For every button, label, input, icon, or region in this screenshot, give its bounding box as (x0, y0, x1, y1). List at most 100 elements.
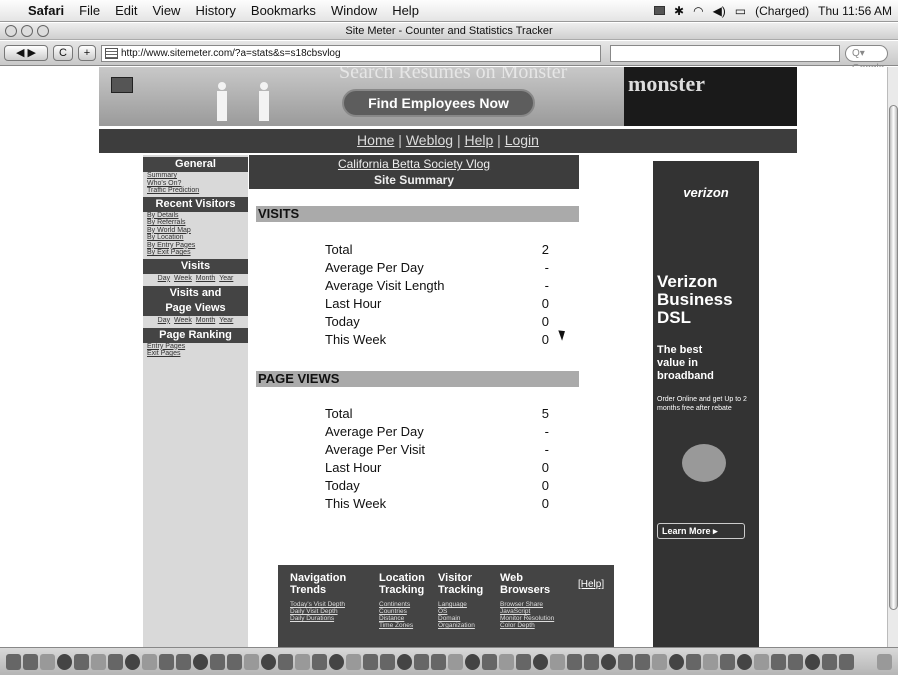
dock-app-icon[interactable] (329, 653, 344, 670)
dock-app-icon[interactable] (686, 653, 701, 670)
nav-login-link[interactable]: Login (505, 132, 539, 148)
sidebar-link-by-details[interactable]: By Details (143, 212, 248, 220)
dock-app-icon[interactable] (788, 653, 803, 670)
menu-bookmarks[interactable]: Bookmarks (251, 3, 316, 18)
dock-app-icon[interactable] (210, 653, 225, 670)
menu-app[interactable]: Safari (28, 3, 64, 18)
sidebar-link-whos-on[interactable]: Who's On? (143, 180, 248, 188)
bluetooth-icon[interactable]: ✱ (674, 4, 684, 18)
dock-app-icon[interactable] (40, 653, 55, 670)
dock-app-icon[interactable] (108, 653, 123, 670)
dock-app-icon[interactable] (159, 653, 174, 670)
sidebar-link-summary[interactable]: Summary (143, 172, 248, 180)
visits-week-link[interactable]: Week (174, 275, 192, 282)
dock-app-icon[interactable] (312, 653, 327, 670)
menu-edit[interactable]: Edit (115, 3, 137, 18)
dock-app-icon[interactable] (176, 653, 191, 670)
dock-app-icon[interactable] (635, 653, 650, 670)
dock-app-icon[interactable] (771, 653, 786, 670)
google-search-input[interactable]: Q▾ Google (845, 44, 888, 74)
sidebar-link-traffic-prediction[interactable]: Traffic Prediction (143, 187, 248, 195)
pageviews-week-link[interactable]: Week (174, 317, 192, 324)
dock-app-icon[interactable] (244, 653, 259, 670)
dock-app-icon[interactable] (533, 653, 548, 670)
wifi-icon[interactable]: ◠ (693, 4, 703, 18)
dock-app-icon[interactable] (295, 653, 310, 670)
visits-month-link[interactable]: Month (196, 275, 215, 282)
battery-icon[interactable]: ▭ (735, 4, 746, 18)
sidebar-link-by-entry-pages[interactable]: By Entry Pages (143, 242, 248, 250)
dock-app-icon[interactable] (737, 653, 752, 670)
sidebar-link-by-world-map[interactable]: By World Map (143, 227, 248, 235)
dock-app-icon[interactable] (822, 653, 837, 670)
back-forward-button[interactable]: ◀ ▶ (4, 45, 48, 61)
address-bar-extension[interactable] (610, 44, 840, 62)
footer-link[interactable]: Organization (438, 622, 475, 629)
clock[interactable]: Thu 11:56 AM (818, 4, 892, 18)
menu-file[interactable]: File (79, 3, 100, 18)
menu-view[interactable]: View (153, 3, 181, 18)
dock-app-icon[interactable] (227, 653, 242, 670)
dock-app-icon[interactable] (125, 653, 140, 670)
minimize-window-button[interactable] (21, 25, 33, 37)
dock-app-icon[interactable] (363, 653, 378, 670)
address-bar[interactable]: http://www.sitemeter.com/?a=stats&s=s18c… (101, 44, 601, 62)
menu-help[interactable]: Help (392, 3, 419, 18)
dock-app-icon[interactable] (652, 653, 667, 670)
dock-app-icon[interactable] (397, 653, 412, 670)
sidebar-link-by-location[interactable]: By Location (143, 234, 248, 242)
battery-status[interactable]: (Charged) (755, 4, 809, 18)
sidebar-link-entry-pages[interactable]: Entry Pages (143, 343, 248, 351)
dock-app-icon[interactable] (6, 653, 21, 670)
dock-app-icon[interactable] (618, 653, 633, 670)
nav-weblog-link[interactable]: Weblog (406, 132, 453, 148)
dock-app-icon[interactable] (193, 653, 208, 670)
visits-year-link[interactable]: Year (219, 275, 233, 282)
dock-app-icon[interactable] (414, 653, 429, 670)
dock-app-icon[interactable] (703, 653, 718, 670)
add-bookmark-button[interactable]: + (78, 45, 96, 61)
volume-icon[interactable]: ◀) (713, 4, 726, 18)
menu-history[interactable]: History (195, 3, 235, 18)
zoom-window-button[interactable] (37, 25, 49, 37)
footer-link[interactable]: Time Zones (379, 622, 413, 629)
pageviews-month-link[interactable]: Month (196, 317, 215, 324)
monster-banner-ad[interactable]: Search Resumes on Monster Find Employees… (99, 67, 797, 126)
sidebar-link-exit-pages[interactable]: Exit Pages (143, 350, 248, 358)
reload-button[interactable]: C (53, 45, 73, 61)
sidebar-link-by-referrals[interactable]: By Referrals (143, 219, 248, 227)
nav-home-link[interactable]: Home (357, 132, 394, 148)
dock-app-icon[interactable] (261, 653, 276, 670)
dock-app-icon[interactable] (669, 653, 684, 670)
dock-app-icon[interactable] (23, 653, 38, 670)
footer-help-link[interactable]: [Help] (578, 579, 604, 591)
dock-app-icon[interactable] (584, 653, 599, 670)
menu-window[interactable]: Window (331, 3, 377, 18)
learn-more-button[interactable]: Learn More ▸ (657, 523, 745, 539)
vertical-scrollbar[interactable] (887, 67, 898, 647)
dock-app-icon[interactable] (550, 653, 565, 670)
display-icon[interactable] (654, 6, 666, 15)
dock-app-icon[interactable] (601, 653, 616, 670)
close-window-button[interactable] (5, 25, 17, 37)
dock-app-icon[interactable] (380, 653, 395, 670)
dock-app-icon[interactable] (74, 653, 89, 670)
visits-day-link[interactable]: Day (158, 275, 170, 282)
dock-app-icon[interactable] (57, 653, 72, 670)
footer-link[interactable]: Color Depth (500, 622, 535, 629)
nav-help-link[interactable]: Help (464, 132, 493, 148)
dock-app-icon[interactable] (482, 653, 497, 670)
dock-app-icon[interactable] (516, 653, 531, 670)
footer-link[interactable]: Daily Durations (290, 615, 334, 622)
site-name-link[interactable]: California Betta Society Vlog (249, 156, 579, 172)
dock-app-icon[interactable] (278, 653, 293, 670)
find-employees-button[interactable]: Find Employees Now (342, 89, 535, 117)
dock-app-icon[interactable] (839, 653, 854, 670)
pageviews-year-link[interactable]: Year (219, 317, 233, 324)
trash-icon[interactable] (877, 653, 892, 670)
dock-app-icon[interactable] (805, 653, 820, 670)
dock-app-icon[interactable] (499, 653, 514, 670)
pageviews-day-link[interactable]: Day (158, 317, 170, 324)
dock-app-icon[interactable] (346, 653, 361, 670)
dock-app-icon[interactable] (142, 653, 157, 670)
